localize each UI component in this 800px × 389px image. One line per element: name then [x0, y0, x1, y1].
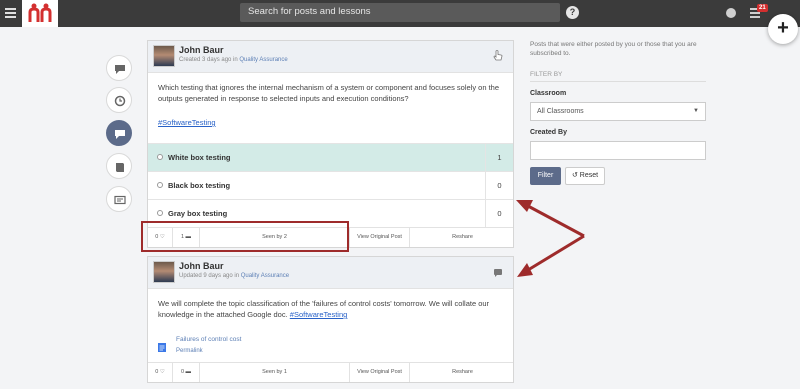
created-by-label: Created By [530, 129, 567, 136]
divider [530, 81, 706, 82]
filter-by-heading: FILTER BY [530, 71, 563, 78]
classroom-label: Classroom [530, 90, 567, 97]
reset-button[interactable]: ↺ Reset [565, 167, 605, 185]
classroom-select[interactable]: All Classrooms ▼ [530, 102, 706, 121]
filter-description: Posts that were either posted by you or … [530, 41, 697, 57]
chevron-down-icon: ▼ [693, 108, 699, 114]
classroom-select-value: All Classrooms [537, 108, 584, 115]
reset-label: Reset [579, 172, 599, 179]
reset-icon: ↺ [571, 172, 578, 179]
annotation-arrows [516, 200, 585, 277]
filter-button[interactable]: Filter [530, 167, 561, 185]
created-by-input[interactable] [530, 141, 706, 160]
